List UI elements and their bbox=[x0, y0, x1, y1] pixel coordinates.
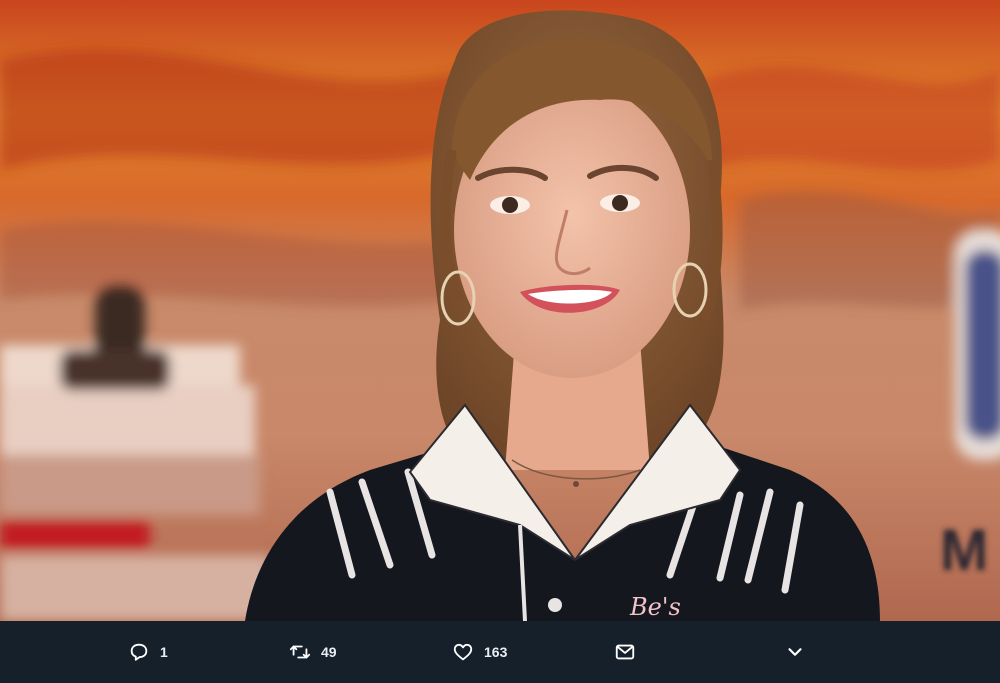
more-options-button[interactable] bbox=[784, 621, 806, 683]
chevron-down-icon bbox=[784, 641, 806, 663]
like-button[interactable]: 163 bbox=[452, 621, 507, 683]
retweet-icon bbox=[289, 641, 311, 663]
like-count: 163 bbox=[484, 644, 508, 660]
reply-button[interactable]: 1 bbox=[128, 621, 168, 683]
tweet-action-bar: 1 49 163 bbox=[0, 621, 1000, 683]
heart-icon bbox=[452, 641, 474, 663]
reply-count: 1 bbox=[160, 644, 168, 660]
direct-message-button[interactable] bbox=[614, 621, 636, 683]
photo-scene: M Be's bbox=[0, 0, 1000, 621]
tweet-photo[interactable]: M Be's bbox=[0, 0, 1000, 621]
retweet-count: 49 bbox=[321, 644, 337, 660]
envelope-icon bbox=[614, 641, 636, 663]
reply-icon bbox=[128, 641, 150, 663]
retweet-button[interactable]: 49 bbox=[289, 621, 337, 683]
sign-letter: M bbox=[940, 518, 988, 583]
uniform-logo: Be's bbox=[629, 593, 681, 621]
